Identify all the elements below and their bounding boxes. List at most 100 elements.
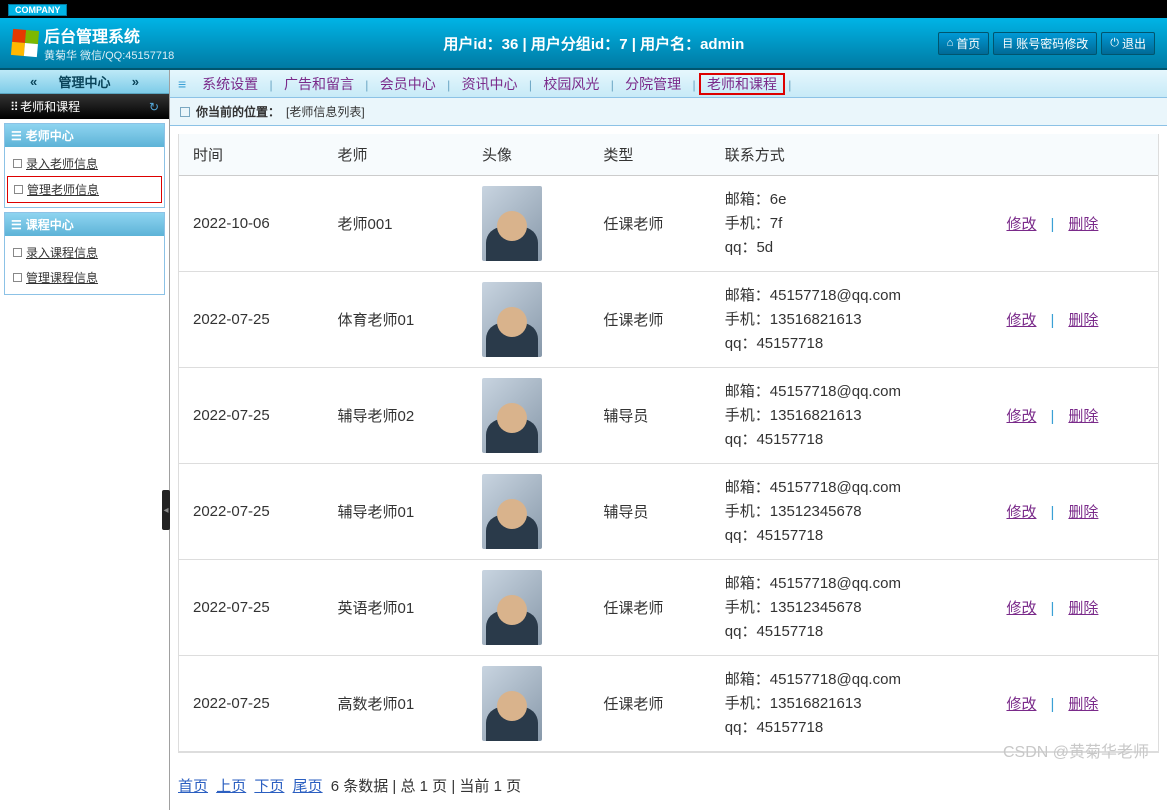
cell-type: 任课老师	[589, 176, 710, 272]
cell-type: 任课老师	[589, 560, 710, 656]
delete-link[interactable]: 删除	[1068, 696, 1098, 713]
chevron-left-icon[interactable]: «	[30, 74, 37, 89]
header-actions: ⌂首页 目账号密码修改 ⏻退出	[938, 32, 1167, 55]
app-title: 后台管理系统	[44, 23, 174, 47]
logo-block: 后台管理系统 黄菊华 微信/QQ:45157718	[0, 23, 250, 63]
sidebar-collapse-handle[interactable]: ◂	[162, 490, 170, 530]
pager-summary: 6 条数据 | 总 1 页 | 当前 1 页	[331, 778, 521, 795]
edit-link[interactable]: 修改	[1006, 696, 1036, 713]
table-row: 2022-07-25辅导老师02 辅导员邮箱：45157718@qq.com手机：…	[179, 368, 1158, 464]
nav-item[interactable]: 校园风光	[535, 74, 607, 94]
sidebar-item[interactable]: 管理课程信息	[7, 265, 162, 290]
cell-type: 任课老师	[589, 656, 710, 752]
cell-contact: 邮箱：45157718@qq.com手机：13516821613qq：45157…	[711, 272, 993, 368]
edit-link[interactable]: 修改	[1006, 216, 1036, 233]
cell-time: 2022-07-25	[179, 464, 324, 560]
delete-link[interactable]: 删除	[1068, 504, 1098, 521]
pager-next[interactable]: 下页	[254, 778, 284, 795]
nav-item[interactable]: 资讯中心	[454, 74, 526, 94]
table-row: 2022-07-25高数老师01任课老师邮箱：45157718@qq.com手机…	[179, 656, 1158, 752]
square-icon	[14, 185, 23, 194]
pager-first[interactable]: 首页	[178, 778, 208, 795]
avatar	[482, 186, 542, 261]
delete-link[interactable]: 删除	[1068, 312, 1098, 329]
cell-type: 辅导员	[589, 464, 710, 560]
cell-teacher: 英语老师01	[324, 560, 468, 656]
page-icon	[180, 107, 190, 117]
cell-actions: 修改|删除	[992, 368, 1158, 464]
doc-icon: 目	[1002, 35, 1013, 51]
cell-avatar	[468, 656, 589, 752]
home-icon: ⌂	[947, 37, 954, 49]
nav-item[interactable]: 系统设置	[194, 74, 266, 94]
cell-avatar	[468, 560, 589, 656]
sidebar-item-label[interactable]: 管理课程信息	[26, 269, 98, 286]
grid-icon: ⠿	[10, 100, 17, 114]
cell-actions: 修改|删除	[992, 176, 1158, 272]
cell-time: 2022-07-25	[179, 368, 324, 464]
edit-link[interactable]: 修改	[1006, 312, 1036, 329]
table-row: 2022-10-06老师001 任课老师邮箱：6e手机：7fqq：5d修改|删除	[179, 176, 1158, 272]
square-icon	[13, 248, 22, 257]
breadcrumb: 你当前的位置： [老师信息列表]	[170, 98, 1167, 126]
cell-type: 辅导员	[589, 368, 710, 464]
table-row: 2022-07-25体育老师01任课老师邮箱：45157718@qq.com手机…	[179, 272, 1158, 368]
edit-link[interactable]: 修改	[1006, 504, 1036, 521]
sidebar-item-label[interactable]: 录入老师信息	[26, 155, 98, 172]
sidebar-item-label[interactable]: 录入课程信息	[26, 244, 98, 261]
cell-avatar	[468, 176, 589, 272]
cell-teacher: 高数老师01	[324, 656, 468, 752]
edit-link[interactable]: 修改	[1006, 600, 1036, 617]
col-avatar: 头像	[468, 134, 589, 176]
chevron-right-icon[interactable]: »	[132, 74, 139, 89]
side-group-header: ☰ 老师中心	[5, 124, 164, 147]
cell-contact: 邮箱：45157718@qq.com手机：13512345678qq：45157…	[711, 464, 993, 560]
menu-icon[interactable]: ≡	[178, 76, 186, 92]
nav-item[interactable]: 老师和课程	[699, 73, 785, 95]
side-group-header: ☰ 课程中心	[5, 213, 164, 236]
delete-link[interactable]: 删除	[1068, 216, 1098, 233]
logout-button[interactable]: ⏻退出	[1101, 32, 1155, 55]
cell-teacher: 辅导老师01	[324, 464, 468, 560]
table-row: 2022-07-25辅导老师01 辅导员邮箱：45157718@qq.com手机：…	[179, 464, 1158, 560]
pager-prev[interactable]: 上页	[216, 778, 246, 795]
sidebar: « 管理中心 » ⠿ 老师和课程 ↻ ☰ 老师中心录入老师信息管理老师信息☰ 课…	[0, 70, 170, 810]
change-password-button[interactable]: 目账号密码修改	[993, 32, 1097, 55]
cell-time: 2022-10-06	[179, 176, 324, 272]
col-teacher: 老师	[324, 134, 468, 176]
square-icon	[13, 273, 22, 282]
power-icon: ⏻	[1110, 37, 1119, 50]
col-contact: 联系方式	[711, 134, 993, 176]
cell-actions: 修改|删除	[992, 464, 1158, 560]
nav-item[interactable]: 分院管理	[617, 74, 689, 94]
cell-actions: 修改|删除	[992, 272, 1158, 368]
delete-link[interactable]: 删除	[1068, 408, 1098, 425]
nav-item[interactable]: 广告和留言	[276, 74, 362, 94]
cell-teacher: 辅导老师02	[324, 368, 468, 464]
sidebar-item-label[interactable]: 管理老师信息	[27, 181, 99, 198]
edit-link[interactable]: 修改	[1006, 408, 1036, 425]
top-nav: ≡ 系统设置 | 广告和留言 | 会员中心 | 资讯中心 | 校园风光 | 分院…	[170, 70, 1167, 98]
sidebar-item[interactable]: 录入老师信息	[7, 151, 162, 176]
cell-time: 2022-07-25	[179, 272, 324, 368]
sidebar-item[interactable]: 管理老师信息	[7, 176, 162, 203]
cell-contact: 邮箱：45157718@qq.com手机：13516821613qq：45157…	[711, 368, 993, 464]
cell-contact: 邮箱：6e手机：7fqq：5d	[711, 176, 993, 272]
sidebar-item[interactable]: 录入课程信息	[7, 240, 162, 265]
side-group: ☰ 课程中心录入课程信息管理课程信息	[4, 212, 165, 295]
cell-actions: 修改|删除	[992, 656, 1158, 752]
main-area: ≡ 系统设置 | 广告和留言 | 会员中心 | 资讯中心 | 校园风光 | 分院…	[170, 70, 1167, 810]
app-subtitle: 黄菊华 微信/QQ:45157718	[44, 47, 174, 63]
home-button[interactable]: ⌂首页	[938, 32, 990, 55]
company-tag: COMPANY	[8, 4, 67, 16]
square-icon	[13, 159, 22, 168]
col-type: 类型	[589, 134, 710, 176]
app-header: 后台管理系统 黄菊华 微信/QQ:45157718 用户id：36 | 用户分组…	[0, 18, 1167, 70]
refresh-icon[interactable]: ↻	[149, 100, 159, 114]
pager-last[interactable]: 尾页	[293, 778, 323, 795]
nav-item[interactable]: 会员中心	[372, 74, 444, 94]
tree-header: ⠿ 老师和课程 ↻	[0, 94, 169, 119]
table-row: 2022-07-25英语老师01任课老师邮箱：45157718@qq.com手机…	[179, 560, 1158, 656]
cell-teacher: 老师001	[324, 176, 468, 272]
delete-link[interactable]: 删除	[1068, 600, 1098, 617]
